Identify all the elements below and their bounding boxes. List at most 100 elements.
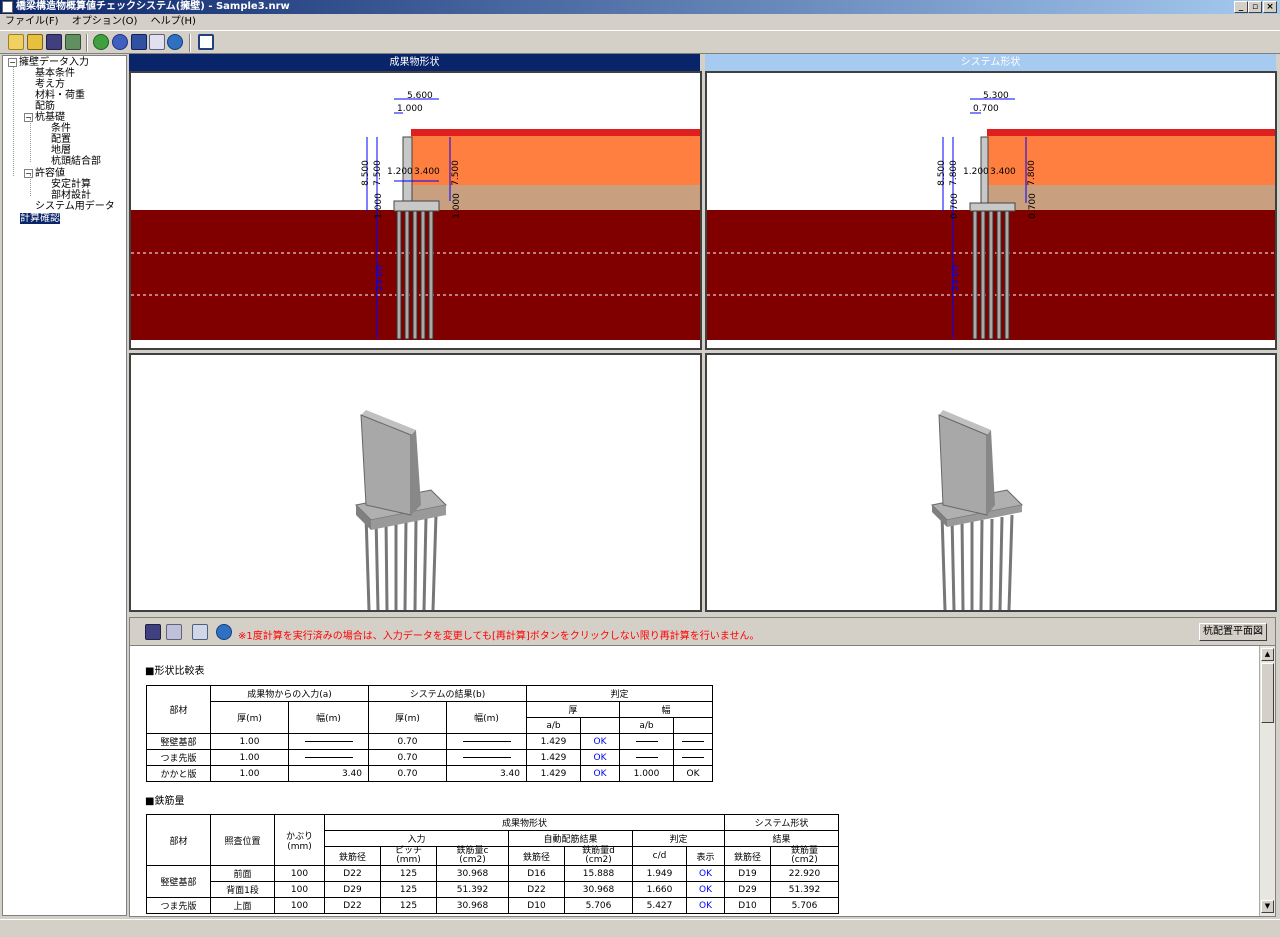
model-3d-right: [930, 410, 1024, 610]
section-drawing-left: [131, 98, 700, 340]
nk-logo-icon[interactable]: [131, 34, 147, 50]
new-icon[interactable]: [8, 34, 24, 50]
toolbar: [0, 30, 1280, 54]
load-marks: [411, 129, 700, 136]
view-2d-right[interactable]: 5.300 0.700 8.500 7.800 1.200 3.400 7.80…: [705, 71, 1277, 350]
dim-label: 3.400: [990, 167, 1016, 177]
help-icon[interactable]: [93, 34, 109, 50]
th-thick: 厚(m): [210, 701, 289, 734]
results-panel: ※1度計算を実行済みの場合は、入力データを変更しても[再計算]ボタンをクリックし…: [129, 617, 1276, 917]
table-row: 竪壁基部 1.00 0.70 1.429 OK: [146, 733, 713, 750]
toolbar-separator: [189, 34, 191, 52]
help-icon[interactable]: [216, 624, 232, 640]
view-3d-left[interactable]: [129, 353, 702, 612]
copy-icon[interactable]: [166, 624, 182, 640]
about-icon[interactable]: [167, 34, 183, 50]
window-icon[interactable]: [198, 34, 214, 50]
th-system: システムの結果(b): [368, 685, 527, 702]
scroll-up-icon[interactable]: ▲: [1261, 648, 1274, 661]
tree-item[interactable]: 地層: [51, 145, 71, 156]
collapse-icon[interactable]: −: [8, 58, 17, 67]
view-title-right: システム形状: [705, 54, 1276, 71]
table-row: つま先版 1.00 0.70 1.429 OK: [146, 749, 713, 766]
collapse-icon[interactable]: −: [24, 113, 33, 122]
tree-item[interactable]: 考え方: [35, 79, 65, 90]
table-row: 竪壁基部 前面 100 D22 125 30.968 D16 15.888 1.949 OK…: [146, 865, 839, 898]
tree-item[interactable]: 杭頭結合部: [51, 156, 101, 167]
view-3d-right[interactable]: [705, 353, 1277, 612]
tree-item[interactable]: 部材設計: [51, 190, 91, 201]
dim-label: 0.700: [973, 104, 999, 114]
tree-item[interactable]: 配筋: [35, 101, 55, 112]
load-marks: [987, 129, 1275, 136]
tree-item[interactable]: 基本条件: [35, 68, 75, 79]
menu-help[interactable]: ヘルプ(H): [146, 14, 201, 30]
footing: [969, 202, 1016, 212]
tree-root[interactable]: − 擁壁データ入力: [8, 57, 89, 68]
dim-label: 7.500: [450, 160, 461, 186]
restore-button[interactable]: ▫: [1248, 1, 1262, 13]
th-input: 成果物からの入力(a): [210, 685, 369, 702]
close-button[interactable]: ×: [1263, 1, 1277, 13]
th-member: 部材: [146, 685, 211, 734]
collapse-icon[interactable]: −: [24, 169, 33, 178]
dim-label: 23.00: [374, 265, 385, 291]
export-icon[interactable]: [65, 34, 81, 50]
tree-node-allow[interactable]: − 許容値: [24, 168, 65, 179]
results-content: ■形状比較表 部材 成果物からの入力(a) システムの結果(b) 判定 厚(m)…: [130, 646, 1258, 916]
th-blank: [673, 717, 713, 734]
menu-option[interactable]: オプション(O): [67, 14, 143, 30]
th-ab: a/b: [526, 717, 581, 734]
table-row: 背面1段 100 D29 125 51.392 D22 30.968 1.660 OK D2…: [147, 881, 839, 898]
tree-item[interactable]: システム用データ: [35, 201, 115, 212]
dim-label: 0.700: [1027, 193, 1038, 219]
save-icon[interactable]: [46, 34, 62, 50]
tree-line: [13, 66, 14, 176]
view-2d-left[interactable]: 5.600 1.000 8.500 7.500 1.200 3.400 7.50…: [129, 71, 702, 350]
shape-table-title: ■形状比較表: [145, 666, 205, 677]
rebar-table: 部材 照査位置 かぶり (mm) 成果物形状 システム形状 入力 自動配筋結果 判…: [146, 814, 839, 914]
tree-item[interactable]: 安定計算: [51, 179, 91, 190]
scroll-thumb[interactable]: [1261, 663, 1274, 723]
results-toolbar: ※1度計算を実行済みの場合は、入力データを変更しても[再計算]ボタンをクリックし…: [130, 618, 1275, 646]
pile-plan-button[interactable]: 杭配置平面図: [1199, 623, 1267, 641]
th-j-width: 幅: [619, 701, 713, 718]
dim-label: 1.000: [373, 193, 384, 219]
table-row: かかと版 1.00 3.40 0.70 3.40 1.429 OK 1.000 OK: [146, 765, 713, 782]
dim-label: 7.800: [1026, 160, 1037, 186]
dim-label: 8.500: [360, 160, 371, 186]
tree-item[interactable]: 材料・荷重: [35, 90, 85, 101]
scroll-down-icon[interactable]: ▼: [1261, 900, 1274, 913]
save-icon[interactable]: [145, 624, 161, 640]
navigation-tree: − 擁壁データ入力 基本条件 考え方 材料・荷重 配筋 − 杭基礎 条件 配置 地層…: [2, 55, 127, 916]
tree-item[interactable]: 配置: [51, 134, 71, 145]
th-width: 幅(m): [446, 701, 527, 734]
dim-label: 1.000: [397, 104, 423, 114]
calculator-icon[interactable]: [192, 624, 208, 640]
tree-item[interactable]: 条件: [51, 123, 71, 134]
toolbar-separator: [86, 34, 88, 52]
menu-file[interactable]: ファイル(F): [0, 14, 64, 30]
wall-side: [987, 430, 995, 515]
open-icon[interactable]: [27, 34, 43, 50]
title-bar: 橋梁構造物概算値チェックシステム(擁壁) - Sample3.nrw _ ▫ ×: [0, 0, 1280, 14]
window-title: 橋梁構造物概算値チェックシステム(擁壁) - Sample3.nrw: [16, 1, 290, 12]
mail-icon[interactable]: [149, 34, 165, 50]
dim-label: 3.400: [414, 167, 440, 177]
dim-label: 1.200: [963, 167, 989, 177]
view-title-left: 成果物形状: [129, 54, 700, 71]
table-row: つま先版 上面 100 D22 125 30.968 D10 5.706 5.427 OK D…: [146, 897, 839, 914]
tree-item-selected[interactable]: 計算確認: [20, 213, 60, 224]
section-drawing-right: [707, 98, 1275, 340]
minimize-button[interactable]: _: [1234, 1, 1248, 13]
th-width: 幅(m): [288, 701, 369, 734]
tree-node-pile[interactable]: − 杭基礎: [24, 112, 65, 123]
info-icon[interactable]: [112, 34, 128, 50]
dim-label: 1.200: [387, 167, 413, 177]
model-3d-left: [354, 410, 448, 610]
dim-label: 1.000: [451, 193, 462, 219]
th-thick: 厚(m): [368, 701, 447, 734]
vertical-scrollbar[interactable]: ▲ ▼: [1259, 646, 1275, 916]
recalc-notice: ※1度計算を実行済みの場合は、入力データを変更しても[再計算]ボタンをクリックし…: [238, 631, 760, 642]
dim-label: 23.00: [950, 265, 961, 291]
